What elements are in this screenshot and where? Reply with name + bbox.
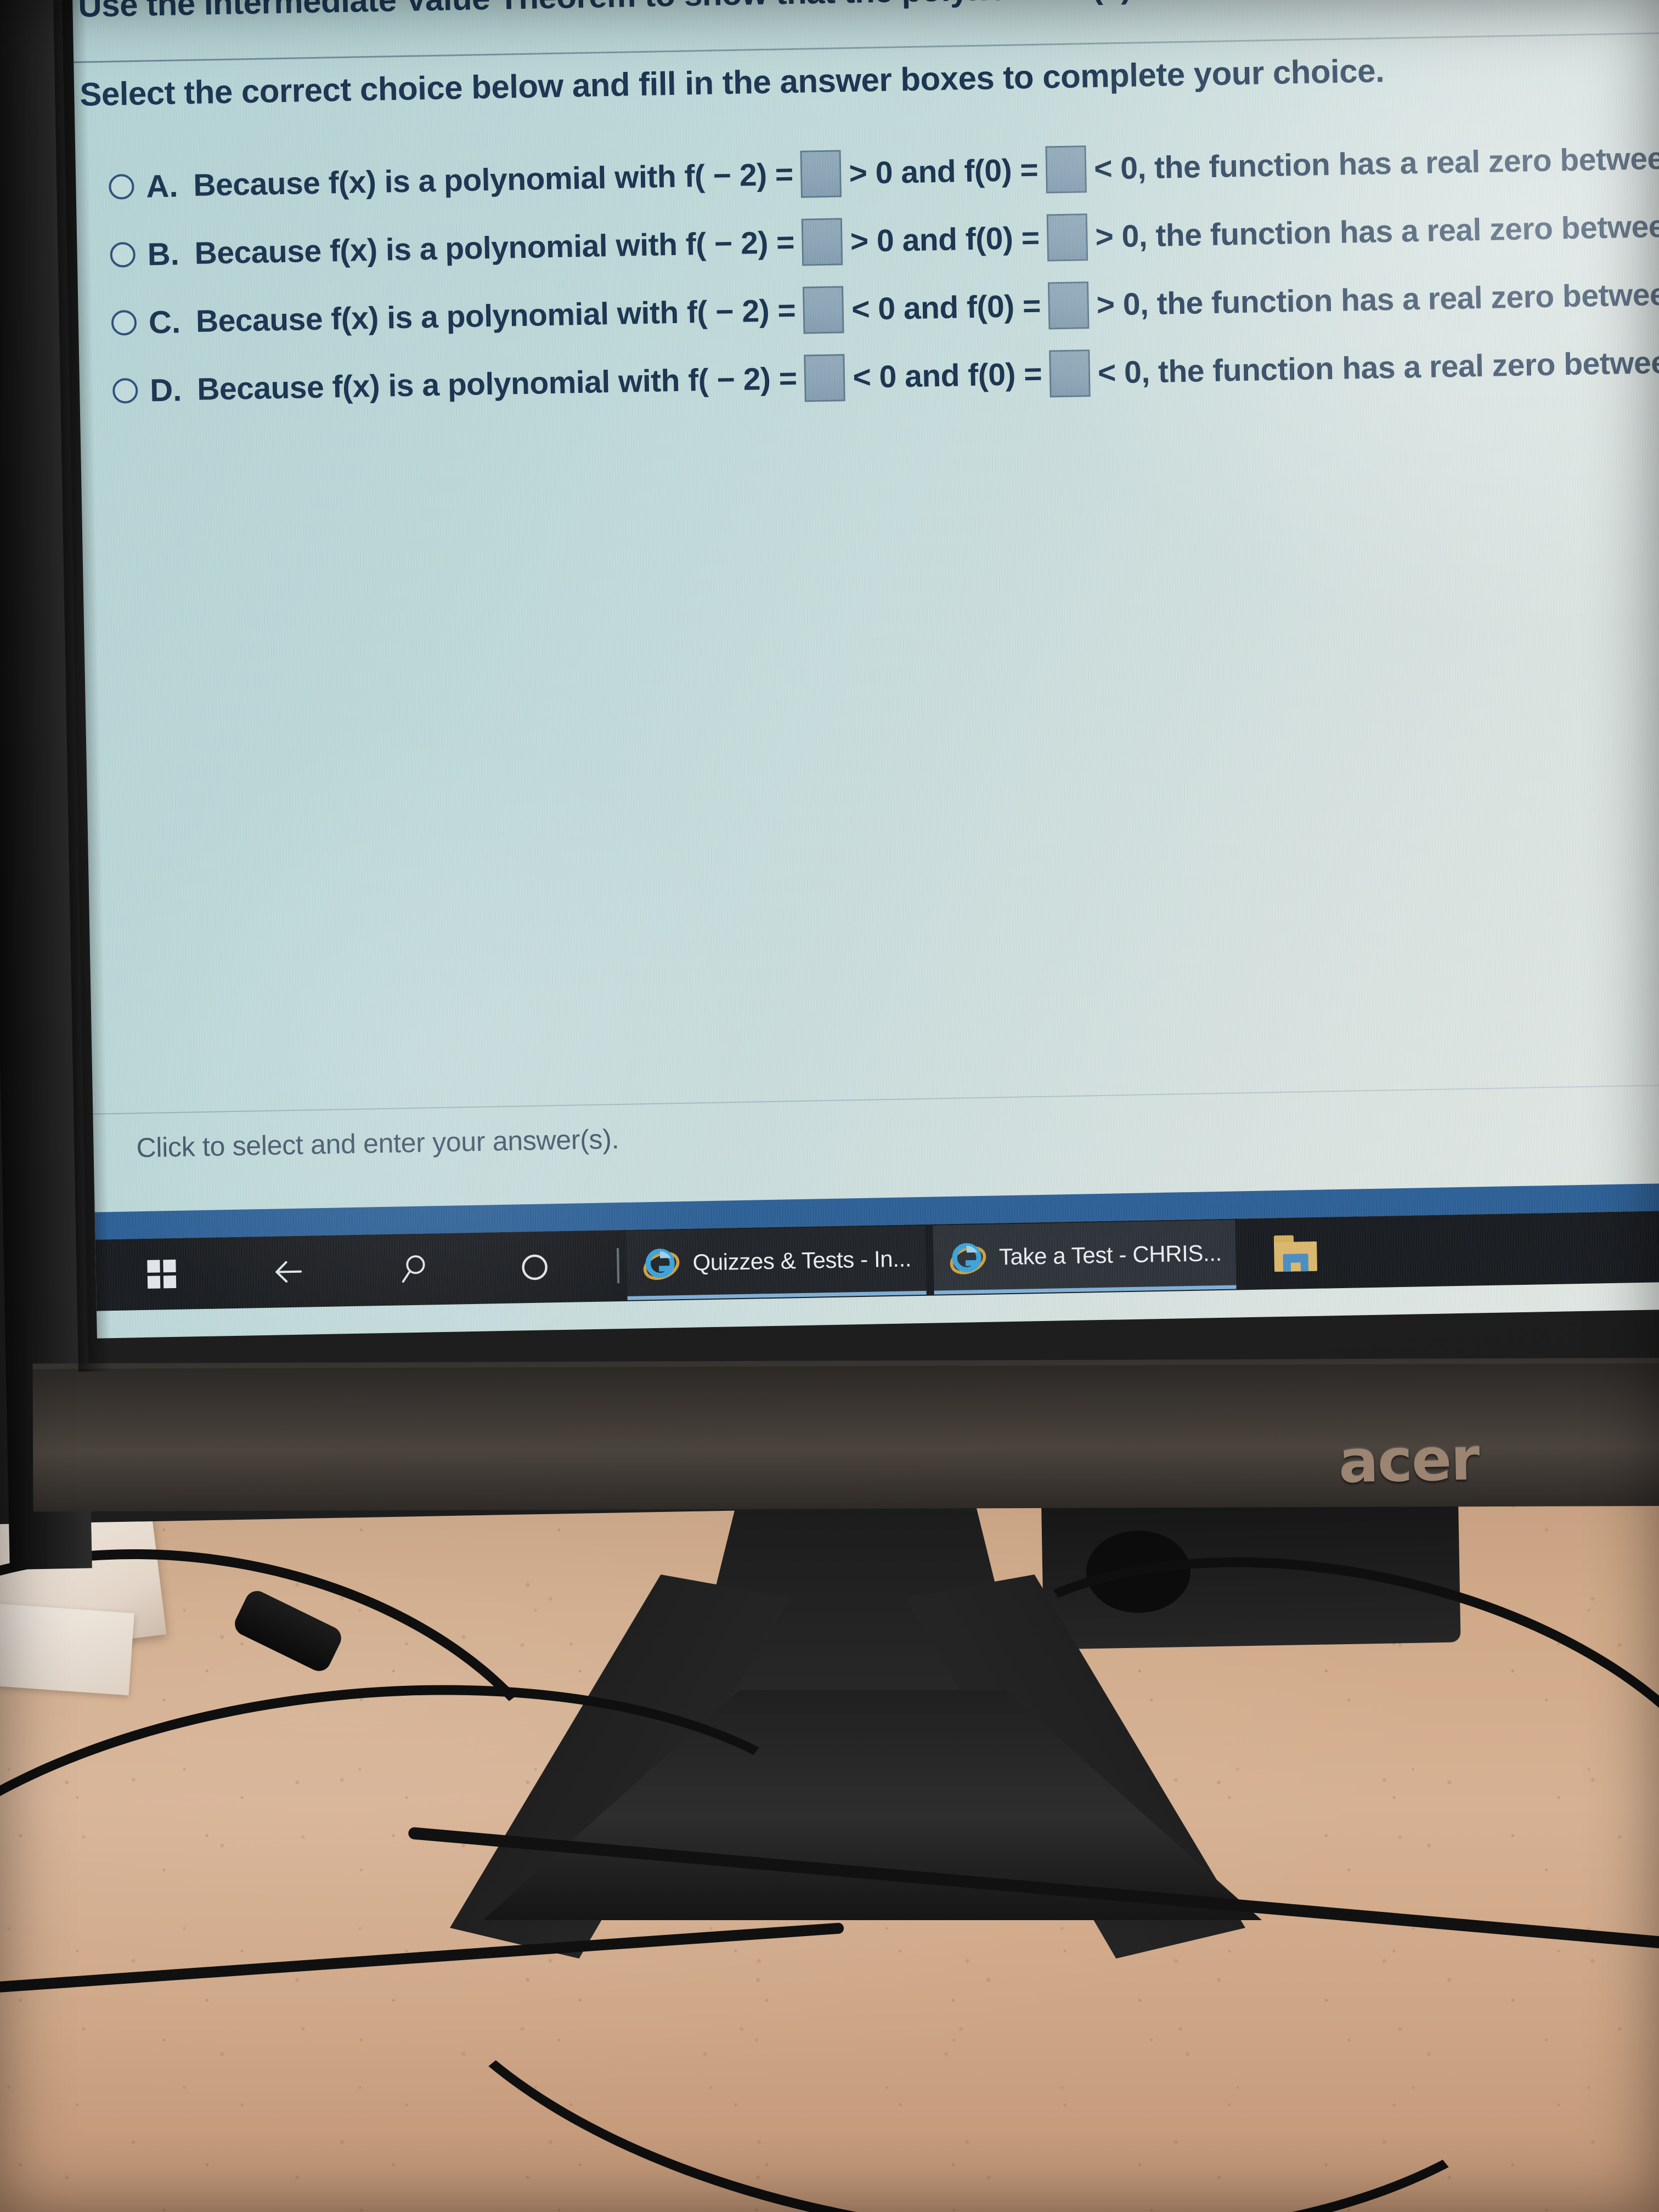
choice-a-lead: Because f(x) is a polynomial with f( − 2… xyxy=(193,156,794,203)
choice-c-cmp1: < 0 and f(0) = xyxy=(851,288,1041,328)
radio-button-a[interactable] xyxy=(109,173,134,200)
answer-input-c1[interactable] xyxy=(803,286,845,334)
mathxl-question-page: Use the Intermediate Value Theorem to sh… xyxy=(71,0,1659,1311)
internet-explorer-icon xyxy=(950,1243,986,1274)
choice-letter-d: D. xyxy=(149,371,182,409)
choice-a-cmp2: < 0, the function has a real zero betwee… xyxy=(1093,138,1659,187)
answer-input-a2[interactable] xyxy=(1045,145,1087,194)
taskbar-item-quizzes-and-tests[interactable]: Quizzes & Tests - In... xyxy=(626,1225,927,1300)
choice-letter-c: C. xyxy=(148,303,181,341)
choice-d-lead: Because f(x) is a polynomial with f( − 2… xyxy=(196,360,798,407)
choice-a-cmp1: > 0 and f(0) = xyxy=(849,152,1039,191)
question-prompt-mid: − 11x xyxy=(1214,0,1304,3)
question-prompt-suffix: + 4 has a real zero between −2 and 0. xyxy=(1313,0,1659,2)
radio-button-d[interactable] xyxy=(112,377,138,404)
windows-logo-icon xyxy=(147,1259,177,1289)
divider-middle xyxy=(74,31,1659,63)
answer-input-b1[interactable] xyxy=(802,218,843,266)
choice-b-lead: Because f(x) is a polynomial with f( − 2… xyxy=(194,224,795,271)
answer-hint-text: Click to select and enter your answer(s)… xyxy=(136,1124,619,1164)
question-prompt: Use the Intermediate Value Theorem to sh… xyxy=(78,0,1659,25)
answer-input-a1[interactable] xyxy=(800,150,842,198)
divider-footer xyxy=(93,1083,1659,1115)
question-prompt-prefix: Use the Intermediate Value Theorem to sh… xyxy=(78,0,1205,24)
taskbar-item-take-a-test[interactable]: Take a Test - CHRIS... xyxy=(932,1220,1237,1295)
file-explorer-icon[interactable] xyxy=(1274,1235,1318,1272)
taskbar-item-label: Quizzes & Tests - In... xyxy=(692,1245,912,1276)
back-button[interactable] xyxy=(255,1235,321,1308)
answer-input-b2[interactable] xyxy=(1046,213,1088,262)
answer-input-c2[interactable] xyxy=(1047,281,1090,330)
choice-list: A. Because f(x) is a polynomial with f( … xyxy=(108,123,1659,425)
search-icon xyxy=(402,1255,425,1283)
radio-button-c[interactable] xyxy=(111,309,137,336)
monitor-screen: Use the Intermediate Value Theorem to sh… xyxy=(71,0,1659,1339)
answer-input-d1[interactable] xyxy=(804,354,846,402)
choice-letter-b: B. xyxy=(147,235,180,273)
choice-d-cmp2: < 0, the function has a real zero betwee… xyxy=(1097,342,1659,391)
back-arrow-icon xyxy=(275,1261,302,1283)
answer-input-d2[interactable] xyxy=(1049,349,1091,398)
choice-letter-a: A. xyxy=(145,168,179,205)
taskbar-item-label: Take a Test - CHRIS... xyxy=(998,1239,1222,1269)
internet-explorer-icon xyxy=(643,1248,680,1280)
choice-c-cmp2: > 0, the function has a real zero betwee… xyxy=(1096,274,1659,323)
choice-c-lead: Because f(x) is a polynomial with f( − 2… xyxy=(195,292,796,339)
acer-brand-logo: acer xyxy=(1338,1425,1480,1497)
choice-b-cmp2: > 0, the function has a real zero betwee… xyxy=(1094,206,1659,255)
choice-d-cmp1: < 0 and f(0) = xyxy=(852,356,1042,396)
task-view-button[interactable] xyxy=(501,1231,568,1304)
choice-b-cmp1: > 0 and f(0) = xyxy=(850,220,1040,259)
start-button[interactable] xyxy=(128,1238,195,1310)
search-button[interactable] xyxy=(381,1233,448,1306)
photo-of-monitor: acer Use the Intermediate Value Theorem … xyxy=(0,0,1659,2212)
taskbar-divider xyxy=(617,1248,620,1284)
radio-button-b[interactable] xyxy=(110,241,136,268)
question-instruction: Select the correct choice below and fill… xyxy=(79,52,1385,113)
task-view-icon xyxy=(522,1254,548,1280)
